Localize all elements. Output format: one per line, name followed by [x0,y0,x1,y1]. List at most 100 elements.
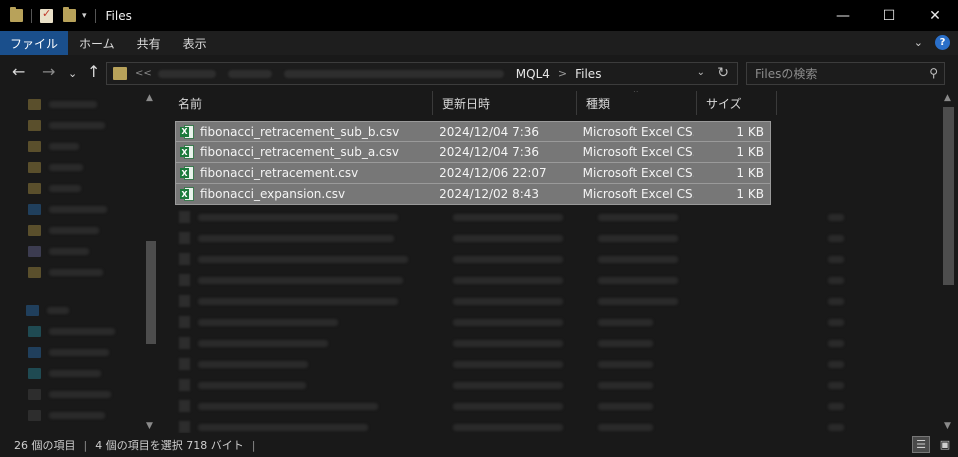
back-button[interactable]: ← [12,64,25,80]
address-history-dropdown[interactable]: ⌄ [697,67,705,78]
large-icons-view-icon[interactable]: ▣ [936,436,954,453]
tab-view[interactable]: 表示 [172,31,218,55]
recent-locations-dropdown[interactable]: ⌄ [68,66,77,82]
nav-item[interactable] [28,263,103,281]
nav-item[interactable] [28,406,105,424]
file-name: fibonacci_retracement.csv [200,166,359,180]
scroll-down-arrow[interactable]: ▼ [146,421,153,431]
table-row[interactable]: X fibonacci_retracement_sub_a.csv 2024/1… [175,142,771,163]
list-item[interactable] [179,316,844,328]
file-type: Microsoft Excel CS... [582,166,695,180]
file-name: fibonacci_retracement_sub_b.csv [200,124,400,139]
address-bar[interactable]: << MQL4 > Files ⌄ ↻ [106,62,738,85]
file-list-scrollbar[interactable]: ▲ ▼ [940,91,958,433]
breadcrumb-files[interactable]: Files [575,67,601,81]
scroll-thumb[interactable] [943,107,954,285]
file-size: 1 KB [736,124,764,139]
nav-item[interactable] [28,322,115,340]
title-bar: ▾ Files — ☐ ✕ [0,0,958,31]
column-header-size[interactable]: サイズ [697,91,777,115]
table-row[interactable]: X fibonacci_retracement.csv 2024/12/06 2… [175,163,771,184]
breadcrumb-mql4[interactable]: MQL4 [516,67,550,81]
list-item[interactable] [179,379,844,391]
sort-indicator-icon: ⌃ [632,91,640,99]
selection-info: 4 個の項目を選択 718 バイト [95,439,244,452]
table-row[interactable]: X fibonacci_expansion.csv 2024/12/02 8:4… [175,184,771,205]
up-button[interactable]: ↑ [87,64,100,80]
quick-access-toolbar: ▾ [0,0,100,31]
file-size: 1 KB [736,166,764,180]
tab-file[interactable]: ファイル [0,31,69,55]
column-header-type[interactable]: ⌃ 種類 [577,91,697,115]
new-folder-icon[interactable] [63,7,76,22]
table-row[interactable]: X fibonacci_retracement_sub_b.csv 2024/1… [175,121,771,142]
excel-csv-file-icon: X [180,166,194,180]
window-controls: — ☐ ✕ [820,0,958,31]
expand-ribbon-icon[interactable]: ⌄ [914,36,923,49]
navigation-pane: ▲ ▼ [0,91,159,433]
forward-button[interactable]: → [42,64,55,80]
column-headers: 名前 更新日時 ⌃ 種類 サイズ [169,91,940,115]
separator [31,8,32,23]
separator [94,8,96,23]
list-item[interactable] [179,400,844,412]
list-item[interactable] [179,337,844,349]
customize-quick-access-dropdown[interactable]: ▾ [82,11,87,21]
search-box[interactable]: ⚲ [746,62,945,85]
minimize-button[interactable]: — [820,0,866,31]
address-overflow[interactable]: << [135,68,152,79]
scroll-up-arrow[interactable]: ▲ [146,93,153,103]
scroll-thumb[interactable] [146,241,156,344]
list-item[interactable] [179,253,844,265]
window-title: Files [105,8,132,23]
file-date: 2024/12/04 7:36 [439,145,540,159]
file-size: 1 KB [736,145,764,159]
status-bar: 26 個の項目 | 4 個の項目を選択 718 バイト | ☰ ▣ [0,433,958,457]
folder-icon [113,67,127,80]
tab-home[interactable]: ホーム [68,31,126,55]
nav-item[interactable] [28,137,79,155]
navigation-bar: ← → ⌄ ↑ << MQL4 > Files ⌄ ↻ ⚲ [0,55,958,91]
nav-item[interactable] [28,200,107,218]
file-list: 名前 更新日時 ⌃ 種類 サイズ X fibonacci_retracement_… [169,91,940,433]
file-name: fibonacci_expansion.csv [200,187,346,201]
nav-item[interactable] [28,242,89,260]
column-header-name[interactable]: 名前 [169,91,433,115]
list-item[interactable] [179,232,844,244]
close-button[interactable]: ✕ [912,0,958,31]
search-input[interactable] [747,63,917,84]
nav-item[interactable] [28,221,99,239]
list-item[interactable] [179,211,844,223]
scroll-down-arrow[interactable]: ▼ [944,421,951,431]
folder-icon [10,7,23,22]
nav-item[interactable] [28,364,101,382]
list-item[interactable] [179,295,844,307]
view-switcher: ☰ ▣ [912,436,954,453]
nav-item[interactable] [28,95,97,113]
maximize-button[interactable]: ☐ [866,0,912,31]
refresh-icon[interactable]: ↻ [717,65,729,81]
list-item[interactable] [179,358,844,370]
nav-item[interactable] [28,158,83,176]
list-item[interactable] [179,421,844,433]
nav-item[interactable] [28,343,109,361]
file-size: 1 KB [736,187,764,201]
nav-item[interactable] [28,116,105,134]
search-icon[interactable]: ⚲ [929,66,938,80]
scroll-up-arrow[interactable]: ▲ [944,93,951,103]
ribbon-tabs: ファイル ホーム 共有 表示 ⌄ ? [0,31,958,55]
blurred-crumb [283,69,504,78]
tab-share[interactable]: 共有 [126,31,172,55]
nav-item[interactable] [28,179,81,197]
column-header-date[interactable]: 更新日時 [433,91,577,115]
help-icon[interactable]: ? [935,35,950,50]
breadcrumb-separator[interactable]: > [558,67,567,80]
file-date: 2024/12/02 8:43 [439,187,540,201]
properties-icon[interactable] [40,7,53,23]
list-item[interactable] [179,274,844,286]
nav-item[interactable] [28,385,111,403]
details-view-icon[interactable]: ☰ [912,436,930,453]
nav-item[interactable] [26,301,69,319]
nav-pane-scrollbar[interactable]: ▲ ▼ [143,91,159,433]
file-date: 2024/12/06 22:07 [439,166,547,180]
